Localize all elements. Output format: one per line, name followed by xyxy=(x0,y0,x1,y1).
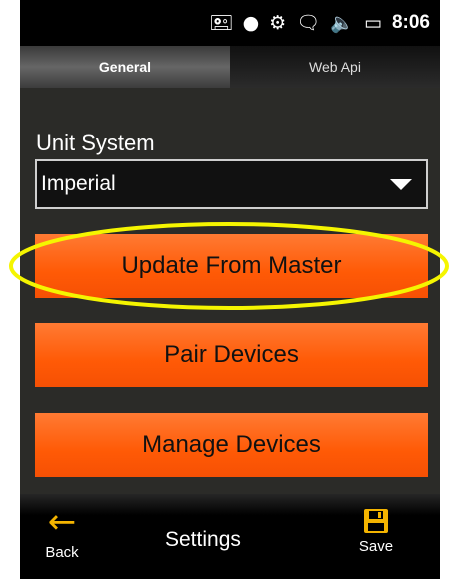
phone-data-icon: 🖭 xyxy=(210,11,233,34)
save-button[interactable]: Save xyxy=(346,508,406,570)
tab-web-api[interactable]: Web Api xyxy=(230,46,440,88)
settings-content: Unit System Imperial Update From Master … xyxy=(20,88,440,494)
record-dot-icon: ● xyxy=(242,11,260,34)
update-from-master-button[interactable]: Update From Master xyxy=(35,234,428,298)
bottom-app-bar: ← Back Settings Save xyxy=(20,494,440,579)
manage-devices-button[interactable]: Manage Devices xyxy=(35,413,428,477)
unit-system-value: Imperial xyxy=(41,172,116,195)
battery-icon: ▭ xyxy=(364,11,382,34)
device-screenshot: 🖭 ● ⚙ 🗨 🔈 ▭ 8:06 General Web Api Unit Sy… xyxy=(0,0,458,579)
save-label: Save xyxy=(358,538,394,555)
unit-system-select[interactable]: Imperial xyxy=(35,159,428,209)
no-signal-icon: 🗨 xyxy=(296,11,321,34)
back-button[interactable]: ← Back xyxy=(32,502,92,572)
screen: 🖭 ● ⚙ 🗨 🔈 ▭ 8:06 General Web Api Unit Sy… xyxy=(20,0,440,579)
page-title: Settings xyxy=(165,528,241,551)
tab-general[interactable]: General xyxy=(20,46,230,88)
tab-bar: General Web Api xyxy=(20,46,440,88)
floppy-disk-icon xyxy=(364,509,388,533)
back-arrow-icon: ← xyxy=(47,502,77,542)
status-bar: 🖭 ● ⚙ 🗨 🔈 ▭ 8:06 xyxy=(20,0,440,46)
back-label: Back xyxy=(45,544,79,561)
wifi-icon: ⚙ xyxy=(269,11,287,34)
clock: 8:06 xyxy=(391,12,430,33)
pair-devices-button[interactable]: Pair Devices xyxy=(35,323,428,387)
speaker-icon: 🔈 xyxy=(330,11,355,34)
unit-system-label: Unit System xyxy=(36,130,155,155)
dropdown-arrow-icon xyxy=(390,179,412,190)
